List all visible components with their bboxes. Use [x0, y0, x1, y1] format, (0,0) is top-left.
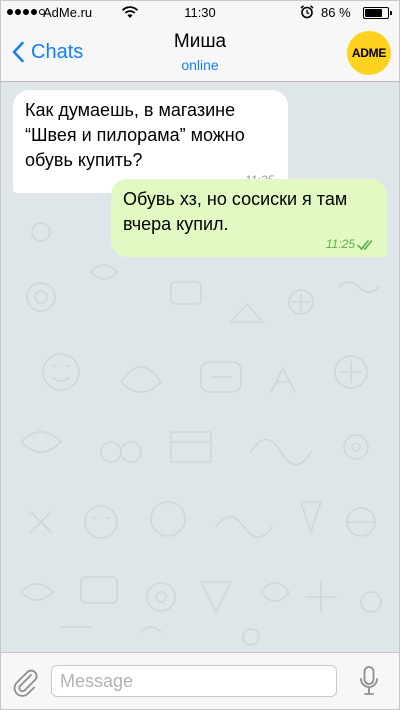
chat-header: Chats Миша online ADME [1, 23, 399, 82]
battery-percent: 86 % [321, 5, 351, 20]
message-time: 11:25 [325, 237, 355, 251]
microphone-icon[interactable] [359, 665, 379, 697]
avatar[interactable]: ADME [347, 31, 391, 75]
read-checkmarks-icon [357, 240, 373, 251]
message-bubble-incoming[interactable]: Как думаешь, в магазине “Швея и пилорама… [13, 90, 288, 193]
paperclip-icon[interactable] [11, 667, 39, 697]
composer-bar [1, 652, 399, 709]
status-bar: AdMe.ru 11:30 86 % [1, 1, 399, 23]
message-bubble-outgoing[interactable]: Обувь хз, но сосиски я там вчера купил. … [111, 179, 387, 257]
battery-icon [363, 7, 392, 19]
message-text: Обувь хз, но сосиски я там вчера купил. [123, 189, 348, 234]
phone-screen: AdMe.ru 11:30 86 % Chats Миша online ADM… [0, 0, 400, 710]
contact-status: online [181, 57, 219, 73]
message-list[interactable]: Как думаешь, в магазине “Швея и пилорама… [1, 82, 399, 652]
message-text: Как думаешь, в магазине “Швея и пилорама… [25, 100, 245, 170]
alarm-icon [300, 5, 314, 19]
contact-name[interactable]: Миша [1, 31, 399, 53]
message-input[interactable] [51, 665, 337, 697]
